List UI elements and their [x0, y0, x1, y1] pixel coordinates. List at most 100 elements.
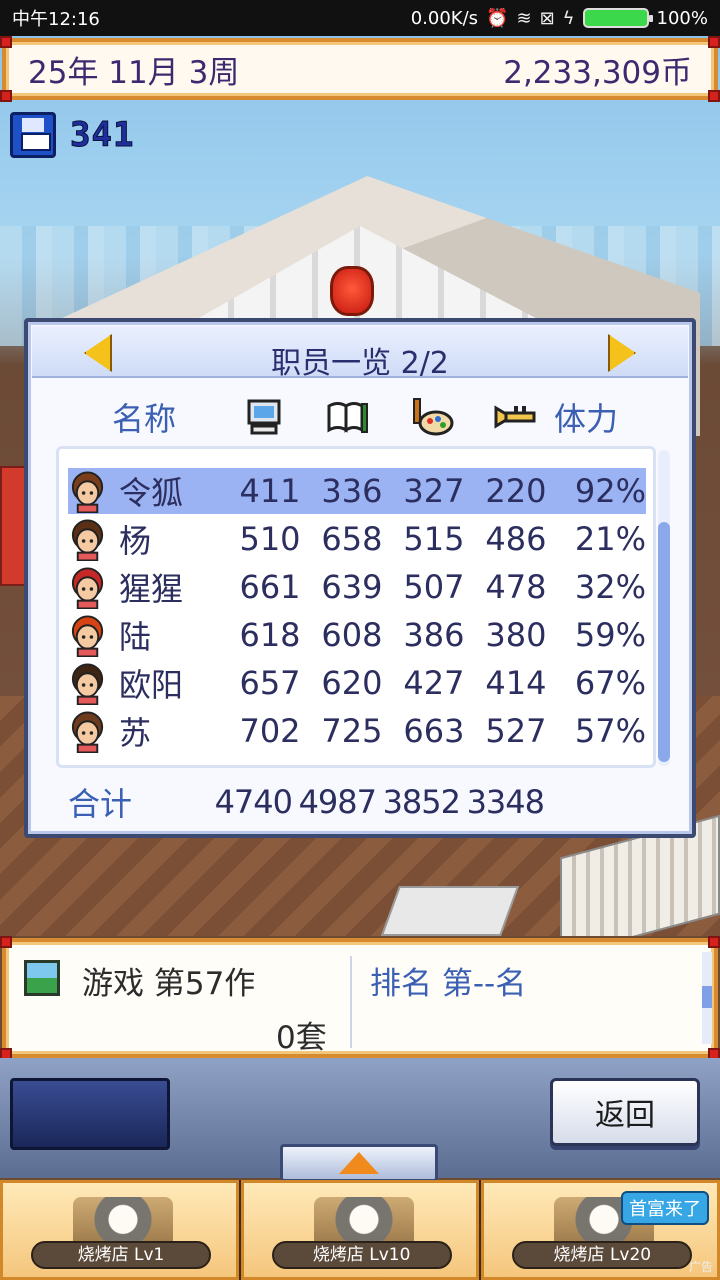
floppy-disk-icon[interactable] — [10, 112, 56, 158]
stat-programming: 661 — [239, 568, 301, 606]
stat-scenario: 608 — [321, 616, 383, 654]
column-name-header[interactable]: 名称 — [112, 392, 176, 442]
frame-corner — [0, 36, 12, 48]
money-display: 2,233,309币 — [503, 54, 692, 91]
total-scenario: 4987 — [298, 783, 377, 821]
charging-icon: ϟ — [562, 7, 575, 29]
stat-graphics: 663 — [403, 712, 465, 750]
stat-sound: 380 — [485, 616, 547, 654]
status-bar: 中午12:16 0.00K/s ⏰ ≋ ⊠ ϟ 100% — [0, 0, 720, 36]
save-count: 341 — [69, 115, 135, 156]
staff-avatar-icon — [71, 663, 104, 705]
info-scrollbar[interactable] — [702, 952, 712, 1044]
stat-sound: 478 — [485, 568, 547, 606]
expand-up-button[interactable] — [280, 1144, 438, 1182]
stat-scenario: 639 — [321, 568, 383, 606]
game-title: 游戏 第57作 — [82, 966, 256, 1002]
alarm-icon: ⏰ — [486, 7, 509, 29]
staff-row[interactable]: 苏 702 725 663 527 57% — [68, 708, 646, 754]
stat-stamina: 32% — [574, 568, 646, 606]
back-button[interactable]: 返回 — [550, 1078, 700, 1146]
stat-graphics: 515 — [403, 520, 465, 558]
ad-badge: 首富来了 — [621, 1191, 710, 1225]
red-lantern-icon — [330, 266, 374, 316]
stat-stamina: 59% — [574, 616, 646, 654]
battery-icon — [582, 8, 653, 28]
computer-icon — [242, 395, 286, 439]
stat-scenario: 336 — [321, 472, 383, 510]
column-programming-header[interactable] — [242, 392, 286, 442]
game-info-bar: 游戏 第57作 0套 排名 第--名 — [0, 936, 720, 1060]
network-speed: 0.00K/s — [410, 7, 479, 29]
info-divider — [350, 956, 352, 1048]
arrow-up-icon — [339, 1152, 379, 1174]
stat-programming: 411 — [239, 472, 301, 510]
stat-sound: 486 — [485, 520, 547, 558]
staff-name: 苏 — [119, 714, 152, 752]
ad-label: 烧烤店 Lv10 — [271, 1241, 452, 1269]
stat-graphics: 507 — [403, 568, 465, 606]
stat-sound: 414 — [485, 664, 547, 702]
stat-scenario: 620 — [321, 664, 383, 702]
game-cartridge-icon — [24, 960, 60, 996]
staff-row[interactable]: 令狐 411 336 327 220 92% — [68, 468, 646, 514]
column-scenario-header[interactable] — [326, 392, 370, 442]
staff-avatar-icon — [71, 711, 104, 753]
staff-avatar-icon — [71, 519, 104, 561]
column-stamina-header[interactable]: 体力 — [554, 392, 618, 442]
staff-name: 杨 — [119, 522, 152, 560]
ad-label: 烧烤店 Lv20 — [512, 1241, 693, 1269]
status-right: 0.00K/s ⏰ ≋ ⊠ ϟ 100% — [411, 8, 708, 29]
book-pen-icon — [326, 395, 370, 439]
staff-name: 欧阳 — [119, 666, 184, 704]
ad-tag: 广告 — [689, 1260, 714, 1274]
staff-row[interactable]: 猩猩 661 639 507 478 32% — [68, 564, 646, 610]
staff-name: 猩猩 — [119, 570, 184, 608]
stat-stamina: 57% — [574, 712, 646, 750]
info-scrollbar-thumb[interactable] — [702, 986, 712, 1008]
staff-name: 陆 — [119, 618, 152, 656]
panel-title: 职员一览 2/2 — [271, 346, 449, 381]
save-area[interactable]: 341 — [10, 112, 134, 158]
stat-programming: 510 — [239, 520, 301, 558]
stat-programming: 702 — [239, 712, 301, 750]
totals-row: 合计 4740 4987 3852 3348 — [68, 780, 628, 824]
palette-brush-icon — [410, 395, 454, 439]
staff-avatar-icon — [71, 471, 104, 513]
stat-scenario: 658 — [321, 520, 383, 558]
scrollbar-thumb[interactable] — [658, 522, 670, 762]
frame-corner — [708, 90, 720, 102]
staff-row[interactable]: 陆 618 608 386 380 59% — [68, 612, 646, 658]
ad-banner[interactable]: 烧烤店 Lv1 烧烤店 Lv10 首富来了 烧烤店 Lv20 广告 — [0, 1180, 720, 1280]
stat-stamina: 21% — [574, 520, 646, 558]
totals-label: 合计 — [68, 785, 133, 823]
ad-item[interactable]: 首富来了 烧烤店 Lv20 广告 — [481, 1180, 720, 1280]
ad-label: 烧烤店 Lv1 — [31, 1241, 211, 1269]
total-graphics: 3852 — [382, 783, 461, 821]
staff-row[interactable]: 杨 510 658 515 486 21% — [68, 516, 646, 562]
column-sound-header[interactable] — [494, 392, 538, 442]
ad-item[interactable]: 烧烤店 Lv1 — [0, 1180, 239, 1280]
menu-button[interactable] — [10, 1078, 170, 1150]
stat-stamina: 67% — [574, 664, 646, 702]
game-rank: 排名 第--名 — [370, 966, 527, 1002]
staff-row[interactable]: 欧阳 657 620 427 414 67% — [68, 660, 646, 706]
ad-item[interactable]: 烧烤店 Lv10 — [240, 1180, 480, 1280]
staff-list-scrollbar[interactable] — [658, 450, 670, 766]
total-programming: 4740 — [214, 783, 293, 821]
stat-stamina: 92% — [574, 472, 646, 510]
sim-icon: ⊠ — [539, 7, 555, 29]
desk-furniture — [380, 886, 520, 936]
stat-sound: 220 — [485, 472, 547, 510]
column-graphics-header[interactable] — [410, 392, 454, 442]
stat-graphics: 386 — [403, 616, 465, 654]
stat-programming: 618 — [239, 616, 301, 654]
staff-list-panel: 职员一览 2/2 名称 体力 令狐 411 336 327 220 92% 杨 … — [24, 318, 696, 838]
frame-corner — [708, 936, 720, 948]
status-time: 中午12:16 — [12, 9, 100, 30]
stat-scenario: 725 — [321, 712, 383, 750]
stat-graphics: 427 — [403, 664, 465, 702]
trumpet-icon — [494, 395, 538, 439]
stat-sound: 527 — [485, 712, 547, 750]
battery-level: 100% — [656, 7, 708, 29]
